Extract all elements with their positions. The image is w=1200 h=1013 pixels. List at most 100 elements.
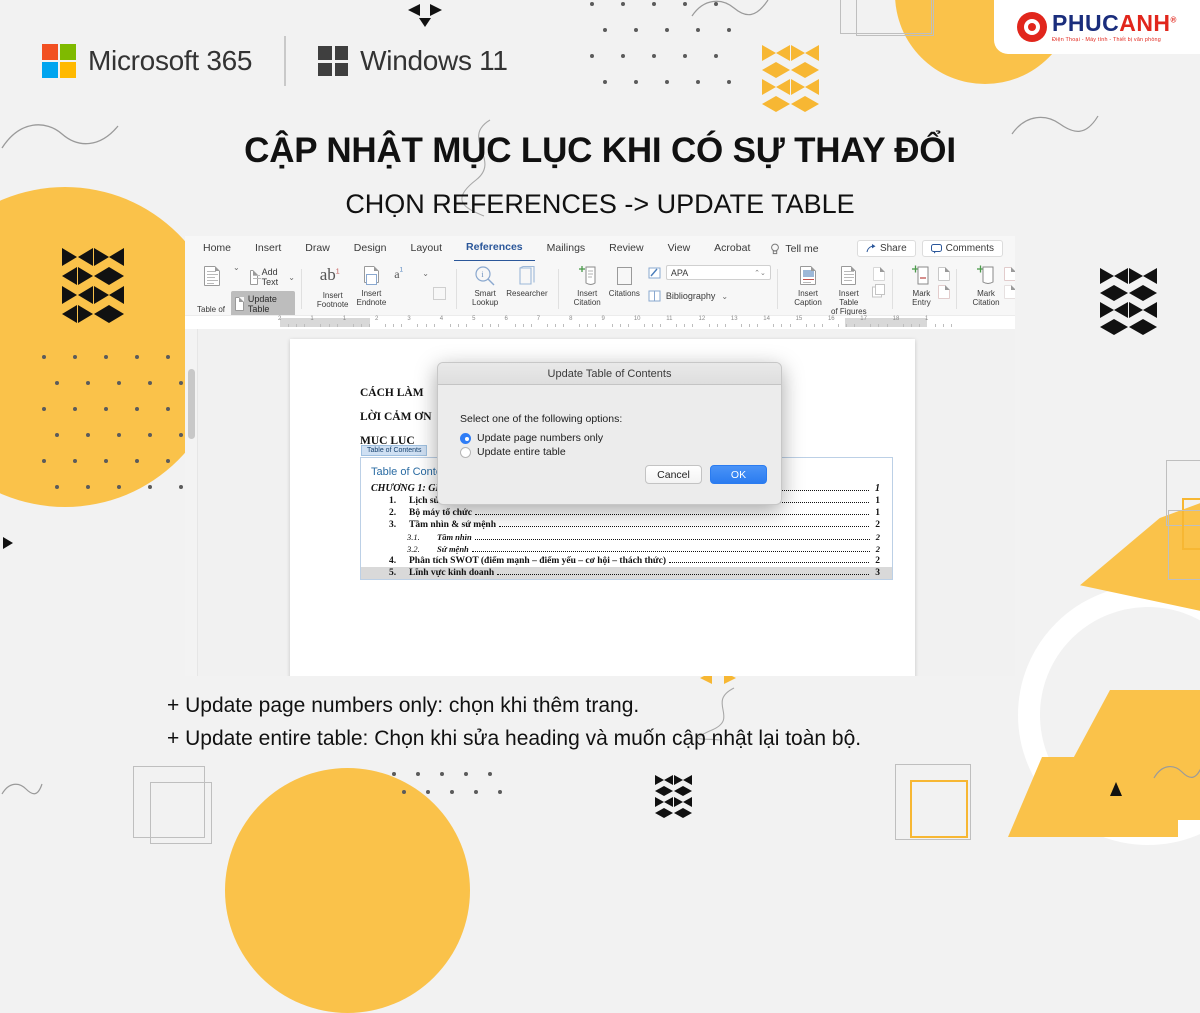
toc-entry-row[interactable]: 2. Bộ máy tổ chức 1	[361, 507, 892, 519]
add-text-button[interactable]: Add Text ⌄	[249, 267, 295, 287]
mark-entry-button[interactable]: Mark Entry	[904, 263, 938, 309]
bibliography-caret-icon[interactable]: ⌄	[721, 292, 728, 301]
toc-entry-leader	[497, 574, 870, 575]
researcher-button[interactable]: Researcher	[502, 263, 551, 300]
tab-home[interactable]: Home	[191, 236, 243, 261]
radio-page-numbers-indicator[interactable]	[460, 432, 471, 444]
bibliography-button[interactable]: Bibliography ⌄	[648, 289, 771, 303]
tab-mailings[interactable]: Mailings	[535, 236, 598, 261]
doc-heading-1: CÁCH LÀM	[360, 387, 424, 399]
next-footnote-button[interactable]: a1	[390, 263, 420, 289]
dialog-body: Select one of the following options: Upd…	[438, 385, 781, 504]
toc-entry-page: 2	[875, 532, 880, 542]
tell-me-label: Tell me	[785, 242, 819, 255]
tab-acrobat[interactable]: Acrobat	[702, 236, 762, 261]
phucanh-logo: PHUCANH® Điện Thoại - Máy tính - Thiết b…	[994, 0, 1200, 54]
toc-entry-index: 3.1.	[407, 532, 420, 542]
radio-update-page-numbers[interactable]: Update page numbers only	[460, 432, 781, 444]
tab-draw[interactable]: Draw	[293, 236, 342, 261]
ruler-tick-label: 1	[925, 316, 929, 322]
cancel-button[interactable]: Cancel	[645, 465, 702, 484]
toc-entry-row[interactable]: 3.2. Sứ mệnh 2	[361, 543, 892, 555]
decor-circle-bottom	[225, 768, 470, 1013]
insert-citation-button[interactable]: Insert Citation	[570, 263, 605, 309]
toc-entry-leader	[474, 539, 870, 540]
phucanh-name-part1: PHUC	[1052, 9, 1120, 36]
scrollbar-thumb[interactable]	[188, 369, 195, 439]
update-index-icon[interactable]	[938, 285, 951, 299]
decor-square-outline-6	[133, 766, 205, 838]
toc-entry-page: 3	[875, 568, 880, 578]
ruler-tick-label: 5	[472, 316, 476, 322]
phucanh-mark-icon	[1017, 12, 1048, 42]
insert-caption-label: Insert Caption	[794, 289, 822, 308]
radio-update-entire-table[interactable]: Update entire table	[460, 446, 781, 458]
phucanh-name-part2: ANH	[1119, 9, 1171, 36]
insert-caption-button[interactable]: Insert Caption	[791, 263, 825, 309]
decor-squiggle-top	[691, 0, 769, 17]
mark-citation-button[interactable]: Mark Citation	[968, 263, 1003, 309]
share-button[interactable]: Share	[856, 240, 916, 257]
toc-entry-page: 2	[875, 544, 880, 554]
update-authorities-icon[interactable]	[1003, 285, 1015, 299]
toc-entry-page: 1	[875, 496, 880, 506]
table-of-contents-button[interactable]	[195, 263, 229, 289]
horizontal-ruler[interactable]: 2 1 1 2 3 4 5 6 7 8 9 10 11 12 13 14 15 16 17 18 1	[185, 315, 1015, 329]
caption-line-1: + Update page numbers only: chọn khi thê…	[167, 694, 640, 717]
mark-entry-icon	[910, 265, 932, 287]
tell-me-button[interactable]: Tell me	[762, 242, 819, 255]
toc-entry-row[interactable]: 5. Lĩnh vực kinh doanh 3	[361, 567, 892, 579]
update-table-button[interactable]: Update Table	[231, 291, 295, 317]
smart-lookup-button[interactable]: i Smart Lookup	[468, 263, 502, 309]
vertical-scrollbar[interactable]	[185, 329, 198, 676]
citations-button[interactable]: Citations	[605, 263, 644, 300]
tab-layout[interactable]: Layout	[398, 236, 454, 261]
toc-entry-text: Phân tích SWOT (điểm mạnh – điểm yếu – c…	[409, 556, 667, 566]
add-text-caret-icon[interactable]: ⌄	[288, 273, 295, 282]
windows-11-label: Windows 11	[360, 45, 508, 76]
page-subtitle: CHỌN REFERENCES -> UPDATE TABLE	[345, 189, 855, 219]
radio-entire-table-indicator[interactable]	[460, 446, 471, 458]
radio-entire-table-label: Update entire table	[477, 446, 566, 458]
insert-authorities-icon[interactable]	[1003, 267, 1015, 281]
ruler-tick-label: 18	[892, 316, 900, 322]
toc-entry-row[interactable]: 3. Tầm nhìn & sứ mệnh 2	[361, 519, 892, 531]
toc-field-tag: Table of Contents	[361, 445, 428, 456]
radio-page-numbers-label: Update page numbers only	[477, 432, 604, 444]
page-title: CẬP NHẬT MỤC LỤC KHI CÓ SỰ THAY ĐỔI	[244, 131, 956, 170]
tab-references[interactable]: References	[454, 236, 535, 262]
show-notes-button[interactable]	[429, 263, 450, 302]
ribbon-toolbar: ⌄ Add Text ⌄ Table of Contents Update Ta…	[185, 261, 1015, 323]
next-footnote-caret-icon[interactable]: ⌄	[422, 269, 429, 278]
tab-design[interactable]: Design	[342, 236, 399, 261]
toc-entry-row[interactable]: 4. Phân tích SWOT (điểm mạnh – điểm yếu –…	[361, 555, 892, 567]
cross-reference-icon[interactable]	[873, 267, 886, 281]
citations-label: Citations	[608, 289, 640, 298]
insert-index-icon[interactable]	[938, 267, 951, 281]
table-of-contents-caret-icon[interactable]: ⌄	[233, 263, 240, 272]
tab-review[interactable]: Review	[597, 236, 655, 261]
citation-style-dropdown[interactable]: APA ⌃⌄	[665, 265, 771, 280]
insert-table-of-figures-button[interactable]: Insert Table of Figures	[825, 263, 872, 319]
toc-entry-page: 1	[875, 483, 880, 494]
copy-icon[interactable]	[872, 284, 886, 298]
decor-square-outline-7	[150, 782, 212, 844]
citation-style-value: APA	[670, 267, 689, 278]
toc-entry-leader	[499, 526, 870, 527]
insert-footnote-button[interactable]: ab1 Insert Footnote	[313, 263, 353, 311]
dialog-prompt: Select one of the following options:	[460, 413, 623, 425]
next-footnote-icon: a1	[394, 267, 403, 281]
doc-heading-2: LỜI CẢM ƠN	[360, 411, 432, 423]
insert-endnote-button[interactable]: Insert Endnote	[352, 263, 390, 309]
comments-button[interactable]: Comments	[921, 240, 1003, 257]
tab-view[interactable]: View	[656, 236, 703, 261]
ok-button[interactable]: OK	[710, 465, 767, 484]
decor-square-outline-5	[1168, 510, 1200, 580]
ruler-tick-label: 6	[504, 316, 508, 322]
tab-insert[interactable]: Insert	[243, 236, 293, 261]
toc-entry-row[interactable]: 3.1. Tầm nhìn 2	[361, 531, 892, 543]
show-notes-icon	[433, 287, 446, 300]
toc-entry-text: Sứ mệnh	[437, 544, 469, 554]
toc-entry-page: 2	[875, 520, 880, 530]
researcher-label: Researcher	[506, 289, 548, 298]
